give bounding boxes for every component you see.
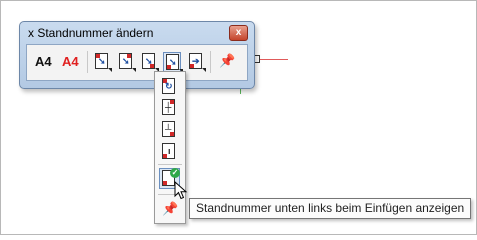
- check-icon: ✓: [170, 168, 180, 178]
- page-arrow-icon: ➘: [119, 53, 132, 69]
- menu-item-bottom-line[interactable]: ┴: [160, 120, 178, 138]
- pushpin-icon: 📌: [219, 53, 236, 68]
- page-arrow-icon: ➔: [189, 53, 202, 69]
- page-bottom-line-icon: ┴: [162, 121, 175, 137]
- standnummer-palette: x Standnummer ändern x A4 A4 ➘ ➘ ➘ ➘ ➔ 📌: [19, 21, 255, 89]
- menu-separator: [158, 164, 182, 165]
- pin-button[interactable]: 📌: [218, 52, 236, 70]
- page-arrow-icon: ➘: [95, 53, 108, 69]
- page-rotate-icon: ↻: [162, 78, 175, 94]
- position-button-5[interactable]: ➔: [187, 52, 206, 72]
- toolbar-separator: [87, 51, 88, 73]
- palette-toolbar: A4 A4 ➘ ➘ ➘ ➘ ➔ 📌: [26, 44, 248, 81]
- page-arrow-icon: ➘: [142, 53, 155, 69]
- position-button-2[interactable]: ➘: [117, 52, 136, 72]
- text-size-button-b[interactable]: A4: [62, 54, 79, 69]
- page-info-icon: ı: [162, 143, 175, 159]
- position-button-4-open[interactable]: ➘: [163, 52, 183, 73]
- position-dropdown-menu: ↻ ┼ ┴ ı ✓ 📌: [154, 71, 186, 224]
- text-size-label-a: A4: [35, 54, 52, 69]
- palette-title: x Standnummer ändern: [28, 26, 154, 40]
- drawing-guide-line-red: [258, 59, 288, 60]
- text-size-label-b: A4: [62, 54, 79, 69]
- mouse-cursor-icon: [174, 181, 188, 200]
- pushpin-icon: 📌: [162, 201, 179, 216]
- menu-item-info[interactable]: ı: [160, 142, 178, 160]
- position-button-1[interactable]: ➘: [93, 52, 112, 72]
- page-center-icon: ┼: [162, 99, 175, 115]
- menu-item-rotate[interactable]: ↻: [160, 77, 178, 95]
- page-arrow-icon: ➘: [166, 54, 179, 70]
- menu-item-center[interactable]: ┼: [160, 98, 178, 116]
- toolbar-separator: [210, 51, 211, 73]
- position-button-3[interactable]: ➘: [140, 52, 159, 72]
- text-size-button-a[interactable]: A4: [35, 54, 52, 69]
- menu-item-pin[interactable]: 📌: [160, 200, 178, 218]
- tooltip: Standnummer unten links beim Einfügen an…: [189, 198, 472, 219]
- close-button[interactable]: x: [229, 25, 248, 41]
